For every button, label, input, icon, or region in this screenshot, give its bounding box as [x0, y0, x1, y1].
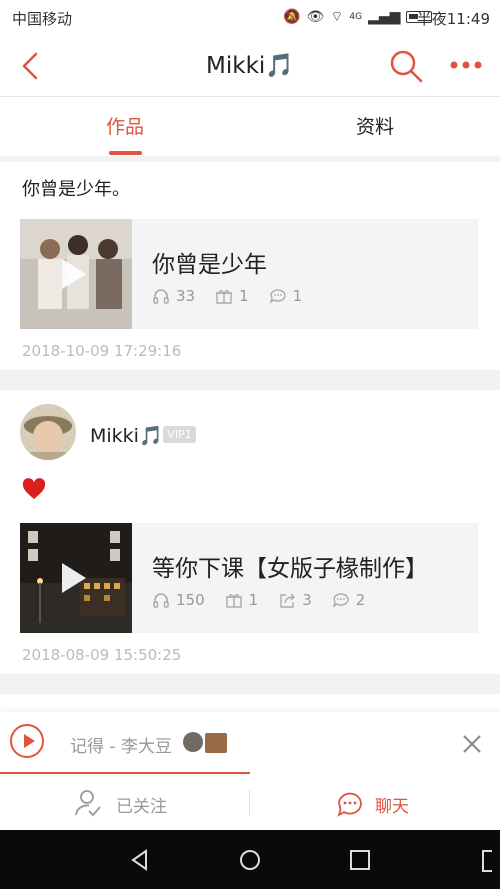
clock: 半夜11:49 [416, 10, 490, 28]
comment-count: 1 [292, 287, 303, 305]
heart-icon [22, 478, 46, 499]
post-timestamp: 2018-08-09 15:50:25 [22, 646, 182, 664]
comment-icon [332, 593, 349, 608]
post-text: 你曾是少年。 [22, 179, 130, 200]
play-icon[interactable] [62, 563, 86, 593]
chat-button[interactable]: 聊天 [375, 792, 409, 817]
header: Mikki🎵 [0, 36, 500, 96]
post-timestamp: 2018-10-09 17:29:16 [22, 342, 182, 360]
play-icon [24, 734, 35, 748]
comment-icon [269, 289, 286, 304]
song-title: 你曾是少年 [152, 252, 267, 278]
status-icons: 🔕 👁 ⌔ 4G ▂▄▆ [283, 8, 433, 26]
tab-works[interactable]: 作品 [0, 97, 250, 155]
headphones-icon [153, 593, 169, 608]
gift-icon [216, 290, 233, 304]
gift-count: 1 [239, 287, 249, 305]
divider [0, 674, 500, 694]
follow-button[interactable]: 已关注 [116, 792, 167, 817]
headphones-icon [153, 289, 169, 304]
eye-icon: 👁 [306, 9, 325, 25]
song-title: 等你下课【女版子椽制作】 [152, 556, 428, 582]
wifi-icon: ⌔ [330, 9, 344, 25]
divider [0, 370, 500, 390]
song-card[interactable]: 等你下课【女版子椽制作】 150 1 3 2 [20, 523, 478, 633]
listen-count: 33 [176, 287, 196, 305]
player-play-button[interactable] [10, 724, 44, 758]
song-stats: 33 1 1 [152, 287, 302, 305]
author-name[interactable]: Mikki🎵 [90, 424, 163, 447]
play-icon[interactable] [62, 259, 86, 289]
more-icon[interactable] [446, 50, 486, 80]
share-icon [280, 593, 296, 608]
search-icon[interactable] [388, 48, 424, 84]
active-tab-indicator [109, 151, 142, 155]
bottom-action-bar: 已关注 聊天 [0, 774, 500, 830]
close-icon[interactable] [460, 732, 484, 756]
status-bar: 中国移动 🔕 👁 ⌔ 4G ▂▄▆ 半夜11:49 [0, 0, 500, 36]
mini-player: 记得 - 李大豆 [0, 712, 500, 774]
nav-home-icon[interactable] [238, 848, 262, 872]
nav-recents-icon[interactable] [348, 848, 372, 872]
comment-count: 2 [355, 591, 366, 609]
vip-badge: VIP1 [163, 426, 196, 443]
mute-icon: 🔕 [283, 9, 301, 25]
chat-icon [337, 792, 362, 817]
user-followed-icon [75, 790, 101, 817]
emoji-icon [183, 732, 203, 752]
page-title: Mikki🎵 [206, 53, 294, 79]
player-track-title[interactable]: 记得 - 李大豆 [70, 732, 172, 757]
song-stats: 150 1 3 2 [152, 591, 365, 609]
system-nav-bar [0, 830, 500, 889]
avatar[interactable] [20, 404, 76, 460]
gift-icon [225, 594, 242, 608]
tab-bar: 作品 资料 [0, 96, 500, 157]
share-count: 3 [302, 591, 312, 609]
song-cover [20, 219, 132, 329]
tab-profile[interactable]: 资料 [250, 97, 500, 155]
nav-back-icon[interactable] [128, 848, 152, 872]
network-label: 4G [349, 12, 363, 22]
divider [249, 790, 250, 816]
listen-count: 150 [176, 591, 205, 609]
divider [0, 156, 500, 162]
song-cover [20, 523, 132, 633]
emoji-icon [205, 733, 227, 753]
gift-count: 1 [248, 591, 259, 609]
carrier-label: 中国移动 [12, 10, 73, 28]
signal-icon: ▂▄▆ [368, 9, 401, 25]
song-card[interactable]: 你曾是少年 33 1 1 [20, 219, 478, 329]
nav-menu-icon[interactable] [482, 850, 492, 872]
